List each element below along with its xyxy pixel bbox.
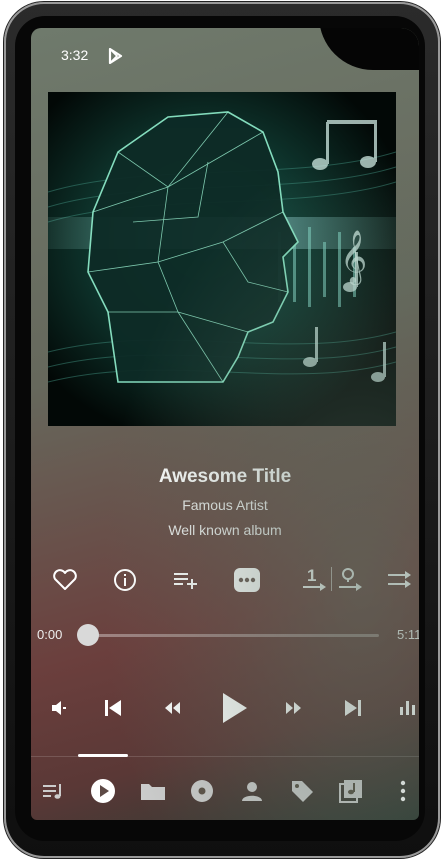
volume-icon[interactable]: [50, 699, 68, 717]
svg-text:1: 1: [307, 566, 316, 585]
playback-controls: [31, 688, 419, 728]
album-art-image: 𝄞: [48, 92, 396, 426]
cast-icon[interactable]: [386, 568, 414, 592]
app-screen: 3:32 ✈: [31, 28, 419, 820]
queue-tab-icon[interactable]: [41, 780, 67, 802]
info-icon[interactable]: [113, 568, 137, 592]
folders-tab-icon[interactable]: [139, 779, 167, 803]
status-time: 3:32: [61, 47, 89, 63]
svg-text:𝄞: 𝄞: [340, 229, 367, 285]
track-title: Awesome Title: [158, 466, 292, 487]
play-next-icon[interactable]: 1: [301, 565, 329, 595]
album-art[interactable]: 𝄞: [48, 92, 396, 426]
rewind-icon[interactable]: [162, 700, 182, 716]
next-icon[interactable]: [342, 697, 364, 719]
action-row: 1: [31, 563, 419, 597]
play-store-icon: [108, 48, 123, 64]
fast-forward-icon[interactable]: [284, 700, 304, 716]
bottom-nav: [31, 773, 419, 809]
add-to-queue-icon[interactable]: [172, 570, 200, 590]
more-options-icon[interactable]: [233, 567, 261, 593]
seek-thumb[interactable]: [77, 624, 99, 646]
equalizer-icon[interactable]: [397, 698, 417, 718]
favorite-icon[interactable]: [52, 569, 78, 591]
albums-tab-icon[interactable]: [189, 778, 215, 804]
elapsed-time: 0:00: [37, 627, 63, 642]
tags-tab-icon[interactable]: [289, 778, 315, 804]
add-to-playlist-icon[interactable]: [337, 565, 365, 595]
artists-tab-icon[interactable]: [239, 778, 265, 804]
track-album[interactable]: Well known album: [31, 522, 419, 538]
action-divider: [331, 567, 332, 591]
seek-bar[interactable]: [89, 634, 379, 637]
play-icon[interactable]: [218, 691, 250, 725]
selected-tab-indicator: [78, 754, 128, 757]
total-time: 5:11: [397, 627, 419, 642]
now-playing-tab-icon[interactable]: [90, 778, 116, 804]
track-artist[interactable]: Famous Artist: [31, 497, 419, 513]
track-info: Awesome Title Famous Artist Well known a…: [31, 466, 419, 538]
overflow-menu-icon[interactable]: [397, 779, 409, 803]
playlists-tab-icon[interactable]: [338, 778, 364, 804]
previous-icon[interactable]: [102, 697, 124, 719]
